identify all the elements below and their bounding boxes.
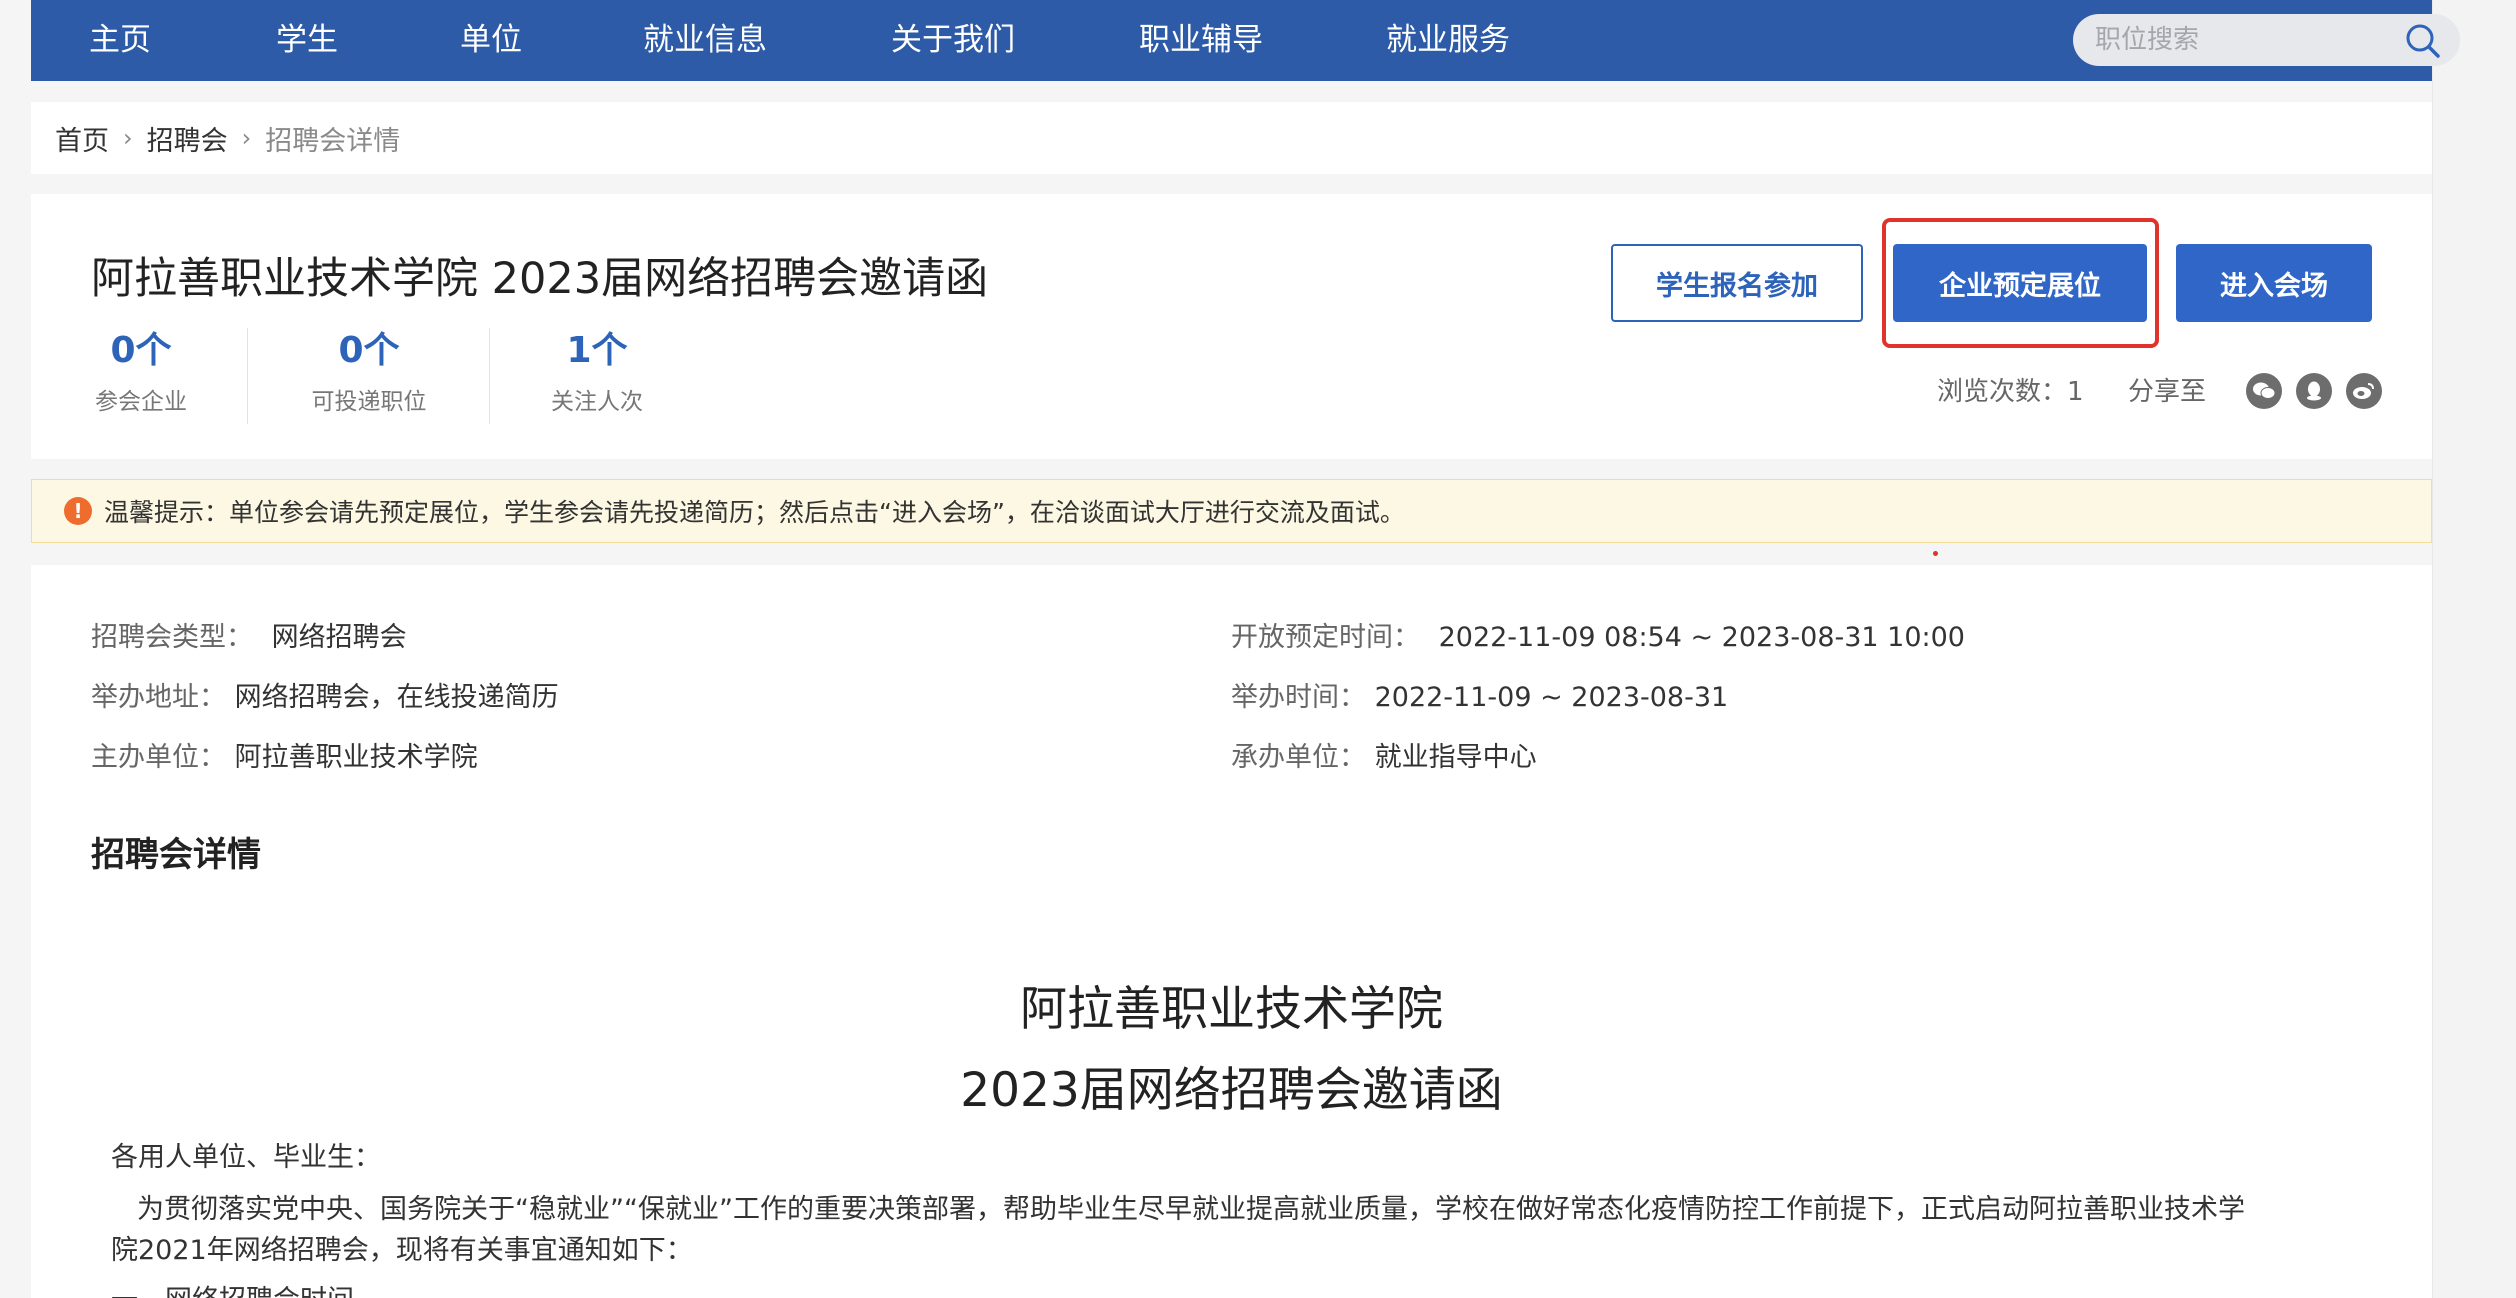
divider xyxy=(247,328,248,424)
info-label: 举办时间： xyxy=(1231,682,1366,713)
info-fair-type: 招聘会类型： 网络招聘会 xyxy=(91,615,407,654)
notice-text: 温馨提示：单位参会请先预定展位，学生参会请先投递简历；然后点击“进入会场”，在洽… xyxy=(104,498,1405,527)
stat-label: 关注人次 xyxy=(551,389,643,415)
breadcrumb: 首页 › 招聘会 › 招聘会详情 xyxy=(31,102,2432,174)
weibo-icon[interactable] xyxy=(2346,373,2382,409)
chevron-right-icon: › xyxy=(241,124,252,152)
section-title: 招聘会详情 xyxy=(91,835,261,875)
qq-icon[interactable] xyxy=(2296,373,2332,409)
fair-header-card: 阿拉善职业技术学院 2023届网络招聘会邀请函 0个 参会企业 0个 可投递职位… xyxy=(31,194,2432,459)
stat-label: 可投递职位 xyxy=(311,389,427,415)
info-label: 承办单位： xyxy=(1231,742,1366,773)
info-label: 招聘会类型： xyxy=(91,622,253,653)
divider xyxy=(489,328,490,424)
info-value: 网络招聘会，在线投递简历 xyxy=(234,682,559,713)
breadcrumb-job-fairs[interactable]: 招聘会 xyxy=(147,119,228,158)
share-label: 分享至 xyxy=(2128,377,2207,407)
info-hold-time: 举办时间： 2022-11-09 ~ 2023-08-31 xyxy=(1231,675,1728,714)
breadcrumb-current: 招聘会详情 xyxy=(265,125,401,157)
nav-item-about[interactable]: 关于我们 xyxy=(891,20,1015,60)
document-title-line1: 阿拉善职业技术学院 xyxy=(1020,982,1443,1037)
info-label: 举办地址： xyxy=(91,682,226,713)
info-value: 2022-11-09 08:54 ~ 2023-08-31 10:00 xyxy=(1438,622,1965,653)
search-icon[interactable] xyxy=(2404,22,2442,60)
document-title-line2: 2023届网络招聘会邀请函 xyxy=(960,1063,1503,1118)
view-count: 浏览次数：1 xyxy=(1937,377,2084,407)
stat-value: 1个 xyxy=(566,330,628,371)
nav-item-employers[interactable]: 单位 xyxy=(460,20,522,60)
document-list-item: 一、网络招聘会时间 xyxy=(111,1278,354,1298)
stat-value: 0个 xyxy=(338,330,400,371)
nav-item-career-guidance[interactable]: 职业辅导 xyxy=(1139,20,1263,60)
fair-detail-card: 招聘会类型： 网络招聘会 开放预定时间： 2022-11-09 08:54 ~ … xyxy=(31,565,2432,1298)
enter-venue-button[interactable]: 进入会场 xyxy=(2176,244,2372,322)
red-dot xyxy=(1933,551,1938,556)
stat-label: 参会企业 xyxy=(95,389,187,415)
stat-value: 0个 xyxy=(110,330,172,371)
search-box xyxy=(2073,14,2460,66)
nav-item-home[interactable]: 主页 xyxy=(89,20,151,60)
nav-item-employment-services[interactable]: 就业服务 xyxy=(1386,20,1510,60)
warning-icon: ! xyxy=(64,497,92,525)
info-address: 举办地址： 网络招聘会，在线投递简历 xyxy=(91,675,559,714)
book-booth-button[interactable]: 企业预定展位 xyxy=(1893,244,2147,322)
stat-followers: 1个 关注人次 xyxy=(547,328,647,416)
search-input[interactable] xyxy=(2095,25,2385,55)
page-side-strip xyxy=(2432,0,2516,1298)
wechat-icon[interactable] xyxy=(2246,373,2282,409)
info-value: 2022-11-09 ~ 2023-08-31 xyxy=(1374,682,1729,713)
nav-item-job-info[interactable]: 就业信息 xyxy=(643,20,767,60)
document-paragraph-line1: 为贯彻落实党中央、国务院关于“稳就业”“保就业”工作的重要决策部署，帮助毕业生尽… xyxy=(137,1194,2245,1225)
info-value: 网络招聘会 xyxy=(271,622,407,653)
stat-companies: 0个 参会企业 xyxy=(91,328,191,416)
stat-positions: 0个 可投递职位 xyxy=(305,328,433,416)
breadcrumb-home[interactable]: 首页 xyxy=(55,119,109,158)
student-register-button[interactable]: 学生报名参加 xyxy=(1611,244,1863,322)
page-title: 阿拉善职业技术学院 2023届网络招聘会邀请函 xyxy=(91,254,989,304)
info-label: 开放预定时间： xyxy=(1231,622,1420,653)
info-value: 阿拉善职业技术学院 xyxy=(234,742,478,773)
nav-item-students[interactable]: 学生 xyxy=(276,20,338,60)
document-paragraph-line2: 院2021年网络招聘会，现将有关事宜通知如下： xyxy=(111,1235,693,1266)
document-greeting: 各用人单位、毕业生： xyxy=(111,1142,381,1173)
info-label: 主办单位： xyxy=(91,742,226,773)
notice-banner: ! 温馨提示：单位参会请先预定展位，学生参会请先投递简历；然后点击“进入会场”，… xyxy=(31,479,2432,543)
top-nav: 主页 学生 单位 就业信息 关于我们 职业辅导 就业服务 xyxy=(31,0,2460,81)
info-booking-time: 开放预定时间： 2022-11-09 08:54 ~ 2023-08-31 10… xyxy=(1231,615,1965,654)
info-value: 就业指导中心 xyxy=(1374,742,1537,773)
info-organizer: 承办单位： 就业指导中心 xyxy=(1231,735,1537,774)
info-host: 主办单位： 阿拉善职业技术学院 xyxy=(91,735,478,774)
chevron-right-icon: › xyxy=(123,124,133,152)
